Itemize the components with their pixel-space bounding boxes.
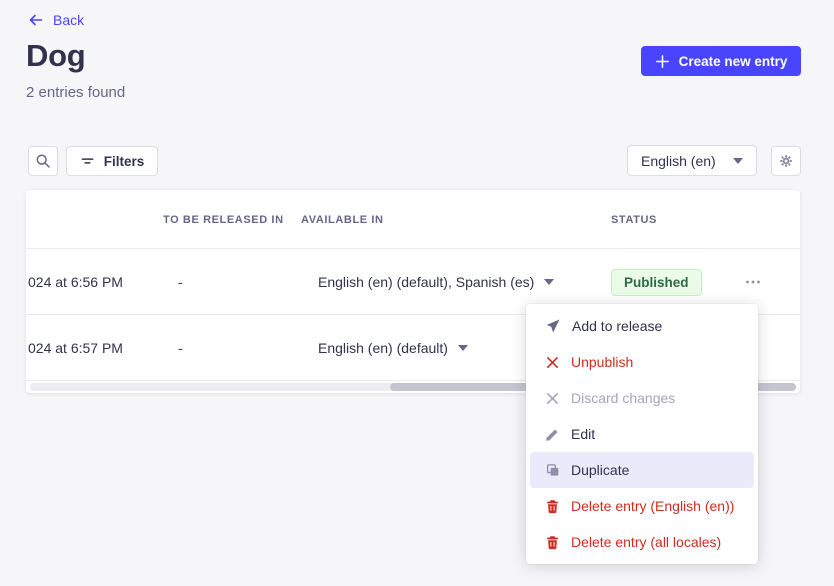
cross-icon bbox=[545, 355, 560, 370]
cell-updated-date: 024 at 6:57 PM bbox=[28, 315, 123, 381]
menu-item-label: Discard changes bbox=[571, 390, 675, 406]
table-header-row: TO BE RELEASED IN AVAILABLE IN STATUS bbox=[26, 190, 800, 249]
cell-available-in[interactable]: English (en) (default), Spanish (es) bbox=[318, 249, 554, 315]
row-actions-menu: Add to release Unpublish Discard changes… bbox=[526, 304, 758, 564]
menu-item-label: Edit bbox=[571, 426, 595, 442]
filter-icon bbox=[80, 154, 95, 169]
settings-button[interactable] bbox=[771, 146, 801, 176]
locale-select[interactable]: English (en) bbox=[627, 145, 757, 176]
trash-icon bbox=[545, 499, 560, 514]
menu-item-label: Delete entry (English (en)) bbox=[571, 498, 734, 514]
menu-item-edit[interactable]: Edit bbox=[530, 416, 754, 452]
chevron-down-icon bbox=[458, 345, 468, 351]
menu-item-add-to-release[interactable]: Add to release bbox=[530, 308, 754, 344]
available-locales-text: English (en) (default) bbox=[318, 340, 448, 356]
menu-item-delete-entry-locale[interactable]: Delete entry (English (en)) bbox=[530, 488, 754, 524]
send-icon bbox=[545, 318, 561, 334]
column-header-available-in[interactable]: AVAILABLE IN bbox=[301, 190, 384, 249]
menu-item-label: Delete entry (all locales) bbox=[571, 534, 721, 550]
entries-count: 2 entries found bbox=[26, 84, 125, 101]
cell-updated-date: 024 at 6:56 PM bbox=[28, 249, 123, 315]
page-title: Dog bbox=[26, 38, 85, 74]
locale-selected-value: English (en) bbox=[641, 153, 716, 169]
pencil-icon bbox=[545, 427, 560, 442]
back-link[interactable]: Back bbox=[28, 12, 84, 28]
column-header-status[interactable]: STATUS bbox=[611, 190, 657, 249]
gear-icon bbox=[778, 153, 794, 169]
status-badge: Published bbox=[611, 269, 702, 296]
column-header-to-be-released-in[interactable]: TO BE RELEASED IN bbox=[163, 190, 284, 249]
menu-item-label: Duplicate bbox=[571, 462, 629, 478]
create-new-entry-button[interactable]: Create new entry bbox=[641, 46, 801, 76]
chevron-down-icon bbox=[733, 158, 743, 164]
back-arrow-icon bbox=[28, 12, 44, 28]
menu-item-unpublish[interactable]: Unpublish bbox=[530, 344, 754, 380]
cell-to-be-released-in: - bbox=[178, 315, 183, 381]
search-button[interactable] bbox=[28, 146, 58, 176]
filters-button[interactable]: Filters bbox=[66, 146, 158, 176]
cross-icon bbox=[545, 391, 560, 406]
menu-item-label: Add to release bbox=[572, 318, 662, 334]
entries-list-page: { "page": { "back_label": "Back", "title… bbox=[0, 0, 834, 586]
chevron-down-icon bbox=[544, 279, 554, 285]
back-label: Back bbox=[53, 12, 84, 28]
menu-item-label: Unpublish bbox=[571, 354, 633, 370]
search-icon bbox=[35, 153, 51, 169]
menu-item-delete-entry-all-locales[interactable]: Delete entry (all locales) bbox=[530, 524, 754, 560]
filters-label: Filters bbox=[104, 154, 145, 169]
available-locales-text: English (en) (default), Spanish (es) bbox=[318, 274, 534, 290]
cell-available-in[interactable]: English (en) (default) bbox=[318, 315, 468, 381]
trash-icon bbox=[545, 535, 560, 550]
menu-item-duplicate[interactable]: Duplicate bbox=[530, 452, 754, 488]
create-new-entry-label: Create new entry bbox=[679, 54, 788, 69]
duplicate-icon bbox=[545, 463, 560, 478]
cell-to-be-released-in: - bbox=[178, 249, 183, 315]
plus-icon bbox=[655, 54, 670, 69]
menu-item-discard-changes[interactable]: Discard changes bbox=[530, 380, 754, 416]
more-dots-icon bbox=[745, 280, 761, 284]
